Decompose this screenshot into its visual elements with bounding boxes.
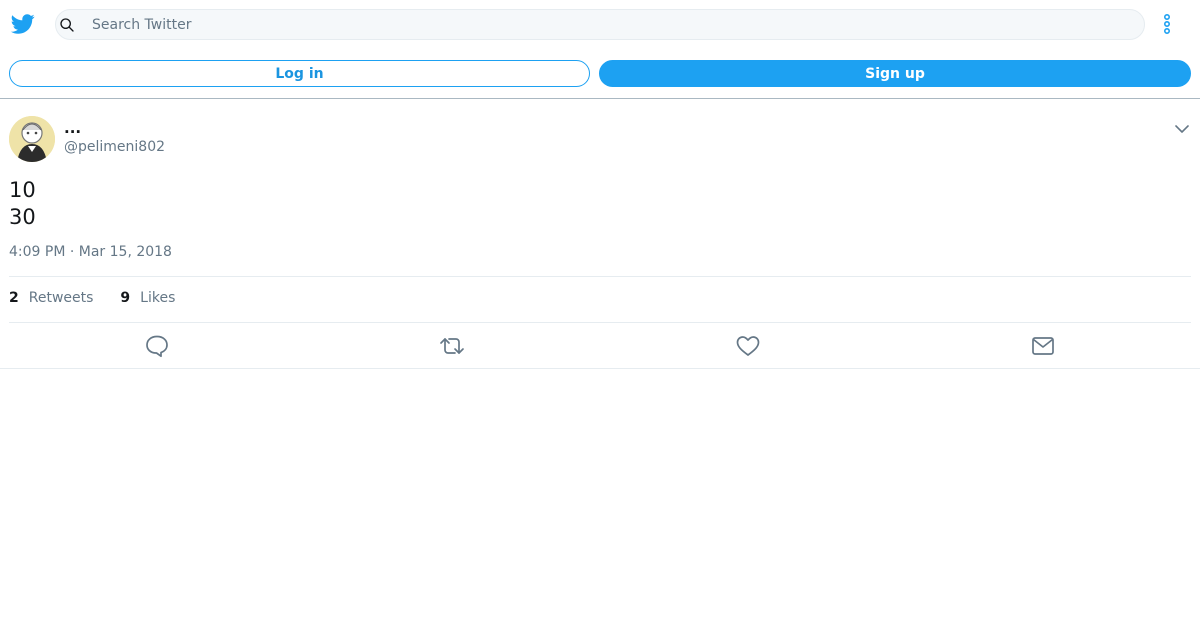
tweet-stats: 2 Retweets 9 Likes <box>9 290 202 306</box>
divider <box>9 276 1191 277</box>
search-icon <box>60 18 74 32</box>
log-in-button[interactable]: Log in <box>9 60 590 87</box>
display-name[interactable]: ... <box>64 119 81 137</box>
more-vertical-icon[interactable] <box>1159 12 1175 36</box>
retweets-label: Retweets <box>28 290 94 306</box>
direct-message-icon[interactable] <box>1030 334 1056 358</box>
header-divider <box>0 98 1200 99</box>
avatar[interactable] <box>9 116 55 162</box>
top-bar <box>0 0 1200 48</box>
likes-stat[interactable]: 9 Likes <box>120 290 175 306</box>
user-handle[interactable]: @pelimeni802 <box>64 139 165 155</box>
divider <box>9 322 1191 323</box>
reply-icon[interactable] <box>144 334 170 358</box>
retweets-count: 2 <box>9 290 19 306</box>
chevron-down-icon[interactable] <box>1174 122 1190 136</box>
avatar-image <box>9 116 55 162</box>
search-input[interactable] <box>92 14 1132 36</box>
search-box[interactable] <box>55 9 1145 40</box>
sign-up-button[interactable]: Sign up <box>599 60 1191 87</box>
tweet-timestamp[interactable]: 4:09 PM · Mar 15, 2018 <box>9 244 172 260</box>
twitter-bird-icon[interactable] <box>10 12 36 36</box>
tweet-line: 10 <box>9 178 36 202</box>
like-icon[interactable] <box>735 334 761 358</box>
tweet-text: 10 30 <box>9 177 36 231</box>
retweet-icon[interactable] <box>439 334 465 358</box>
retweets-stat[interactable]: 2 Retweets <box>9 290 93 306</box>
likes-label: Likes <box>140 290 176 306</box>
tweet-line: 30 <box>9 205 36 229</box>
likes-count: 9 <box>120 290 131 306</box>
action-bar-divider <box>0 368 1200 369</box>
